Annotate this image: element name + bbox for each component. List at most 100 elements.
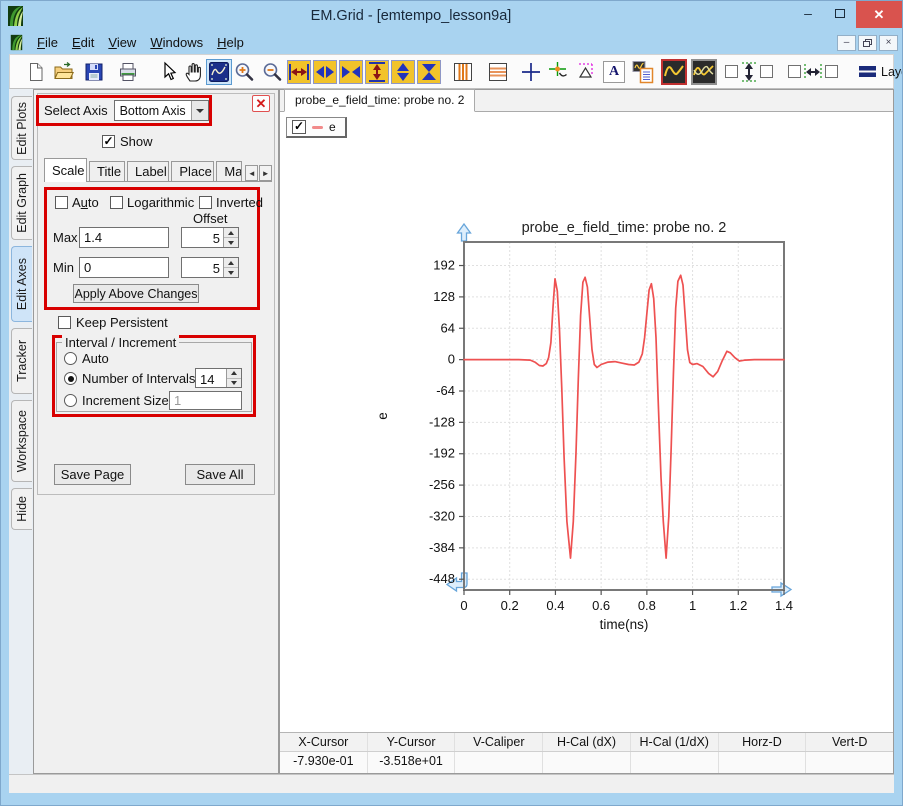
increment-size-radio[interactable] [64,394,77,407]
number-of-intervals-spinner[interactable]: 14 [195,368,242,388]
sidebar-tab-edit-axes[interactable]: Edit Axes [11,246,32,322]
tab-ma-truncated[interactable]: Ma [216,161,242,181]
spin-down-icon[interactable] [227,379,241,388]
show-row: Show [102,134,153,149]
compress-y-icon[interactable] [417,60,441,84]
fit-vertical-left-checkbox[interactable] [725,65,738,78]
new-icon[interactable] [24,60,48,84]
tab-title[interactable]: Title [89,161,125,181]
mdi-restore-button[interactable] [858,35,877,51]
pan-hand-icon[interactable] [182,60,206,84]
pan-up-arrow-icon[interactable] [458,224,471,241]
expand-x-icon[interactable] [287,60,311,84]
toolbar: A Layout [9,54,894,89]
fit-horizontal-icon[interactable] [803,60,823,84]
tab-scale[interactable]: Scale [44,158,87,182]
max-offset-spinner[interactable]: 5 [181,227,239,248]
tab-label[interactable]: Label [127,161,169,181]
logarithmic-label: Logarithmic [127,195,194,210]
fit-horizontal-left-checkbox[interactable] [788,65,801,78]
mdi-close-button[interactable]: × [879,35,898,51]
title-bar: EM.Grid - [emtempo_lesson9a] – ✕ [1,1,902,31]
min-offset-spinner[interactable]: 5 [181,257,239,278]
menu-windows[interactable]: Windows [143,33,210,52]
mdi-minimize-button[interactable]: – [837,35,856,51]
cursor-header-row: X-Cursor Y-Cursor V-Caliper H-Cal (dX) H… [280,733,893,752]
max-input[interactable] [79,227,169,248]
inverted-checkbox[interactable] [199,196,212,209]
tab-scroll-right-icon[interactable]: ► [259,165,272,181]
keep-persistent-checkbox[interactable] [58,316,71,329]
interval-auto-radio[interactable] [64,352,77,365]
spin-up-icon[interactable] [224,258,238,268]
select-axis-dropdown[interactable]: Bottom Axis [114,100,209,121]
svg-text:192: 192 [433,258,455,273]
increment-size-input[interactable] [169,391,242,410]
menu-help[interactable]: Help [210,33,251,52]
caliper-icon[interactable] [575,60,599,84]
layout-button[interactable]: Layout [853,62,903,82]
tracker-icon[interactable] [547,60,571,84]
svg-text:time(ns): time(ns) [600,617,649,632]
arrows-x-icon[interactable] [313,60,337,84]
logarithmic-checkbox[interactable] [110,196,123,209]
compress-x-icon[interactable] [339,60,363,84]
menu-view[interactable]: View [101,33,143,52]
single-curve-icon[interactable] [661,59,687,85]
sidebar-tab-edit-plots[interactable]: Edit Plots [11,96,32,160]
rows-icon[interactable] [486,60,510,84]
inverted-label: Inverted [216,195,263,210]
sidebar-tab-tracker[interactable]: Tracker [11,328,32,394]
tab-place[interactable]: Place [171,161,214,181]
v-caliper-value [454,752,542,773]
chart-area: probe_e_field_time: probe no. 2 19212864… [279,89,894,774]
columns-icon[interactable] [451,60,475,84]
multi-curve-icon[interactable] [691,59,717,85]
number-of-intervals-radio[interactable] [64,372,77,385]
fit-horizontal-right-checkbox[interactable] [825,65,838,78]
sidebar-tab-workspace[interactable]: Workspace [11,400,32,482]
auto-checkbox[interactable] [55,196,68,209]
close-button[interactable]: ✕ [856,1,902,28]
chart-tab[interactable]: probe_e_field_time: probe no. 2 [284,89,475,112]
show-checkbox[interactable] [102,135,115,148]
text-label-icon[interactable]: A [603,61,625,83]
spin-up-icon[interactable] [224,228,238,238]
crosshair-icon[interactable] [519,60,543,84]
arrows-y-icon[interactable] [391,60,415,84]
menu-file[interactable]: File [30,33,65,52]
interval-auto-label: Auto [82,351,109,366]
cursor-icon[interactable] [156,60,180,84]
fit-vertical-right-checkbox[interactable] [760,65,773,78]
auto-row: Auto [55,195,99,210]
svg-text:probe_e_field_time: probe no.: probe_e_field_time: probe no. 2 [522,220,727,236]
svg-text:128: 128 [433,289,455,304]
menu-edit[interactable]: Edit [65,33,101,52]
zoom-in-icon[interactable] [232,60,256,84]
open-icon[interactable] [52,60,76,84]
minimize-button[interactable]: – [792,1,824,25]
apply-above-changes-button[interactable]: Apply Above Changes [73,284,199,303]
expand-y-icon[interactable] [365,60,389,84]
fit-vertical-icon[interactable] [740,60,758,84]
sidebar-tab-edit-graph[interactable]: Edit Graph [11,166,32,240]
panel-close-button[interactable]: ✕ [252,95,270,112]
save-all-button[interactable]: Save All [185,464,255,485]
zoom-out-icon[interactable] [260,60,284,84]
maximize-button[interactable] [824,1,856,25]
plot-list-icon[interactable] [631,60,655,84]
horz-d-header: Horz-D [718,733,806,751]
min-input[interactable] [79,257,169,278]
spin-down-icon[interactable] [224,268,238,277]
spin-up-icon[interactable] [227,369,241,379]
select-axis-label: Select Axis [44,103,108,118]
save-icon[interactable] [82,60,106,84]
tab-scroll-left-icon[interactable]: ◄ [245,165,258,181]
sidebar-tab-hide[interactable]: Hide [11,488,32,530]
print-icon[interactable] [116,60,140,84]
spin-down-icon[interactable] [224,238,238,247]
zoom-box-icon[interactable] [206,59,232,85]
save-page-button[interactable]: Save Page [54,464,131,485]
auto-label: Auto [72,195,99,210]
legend-checkbox[interactable] [292,120,306,134]
